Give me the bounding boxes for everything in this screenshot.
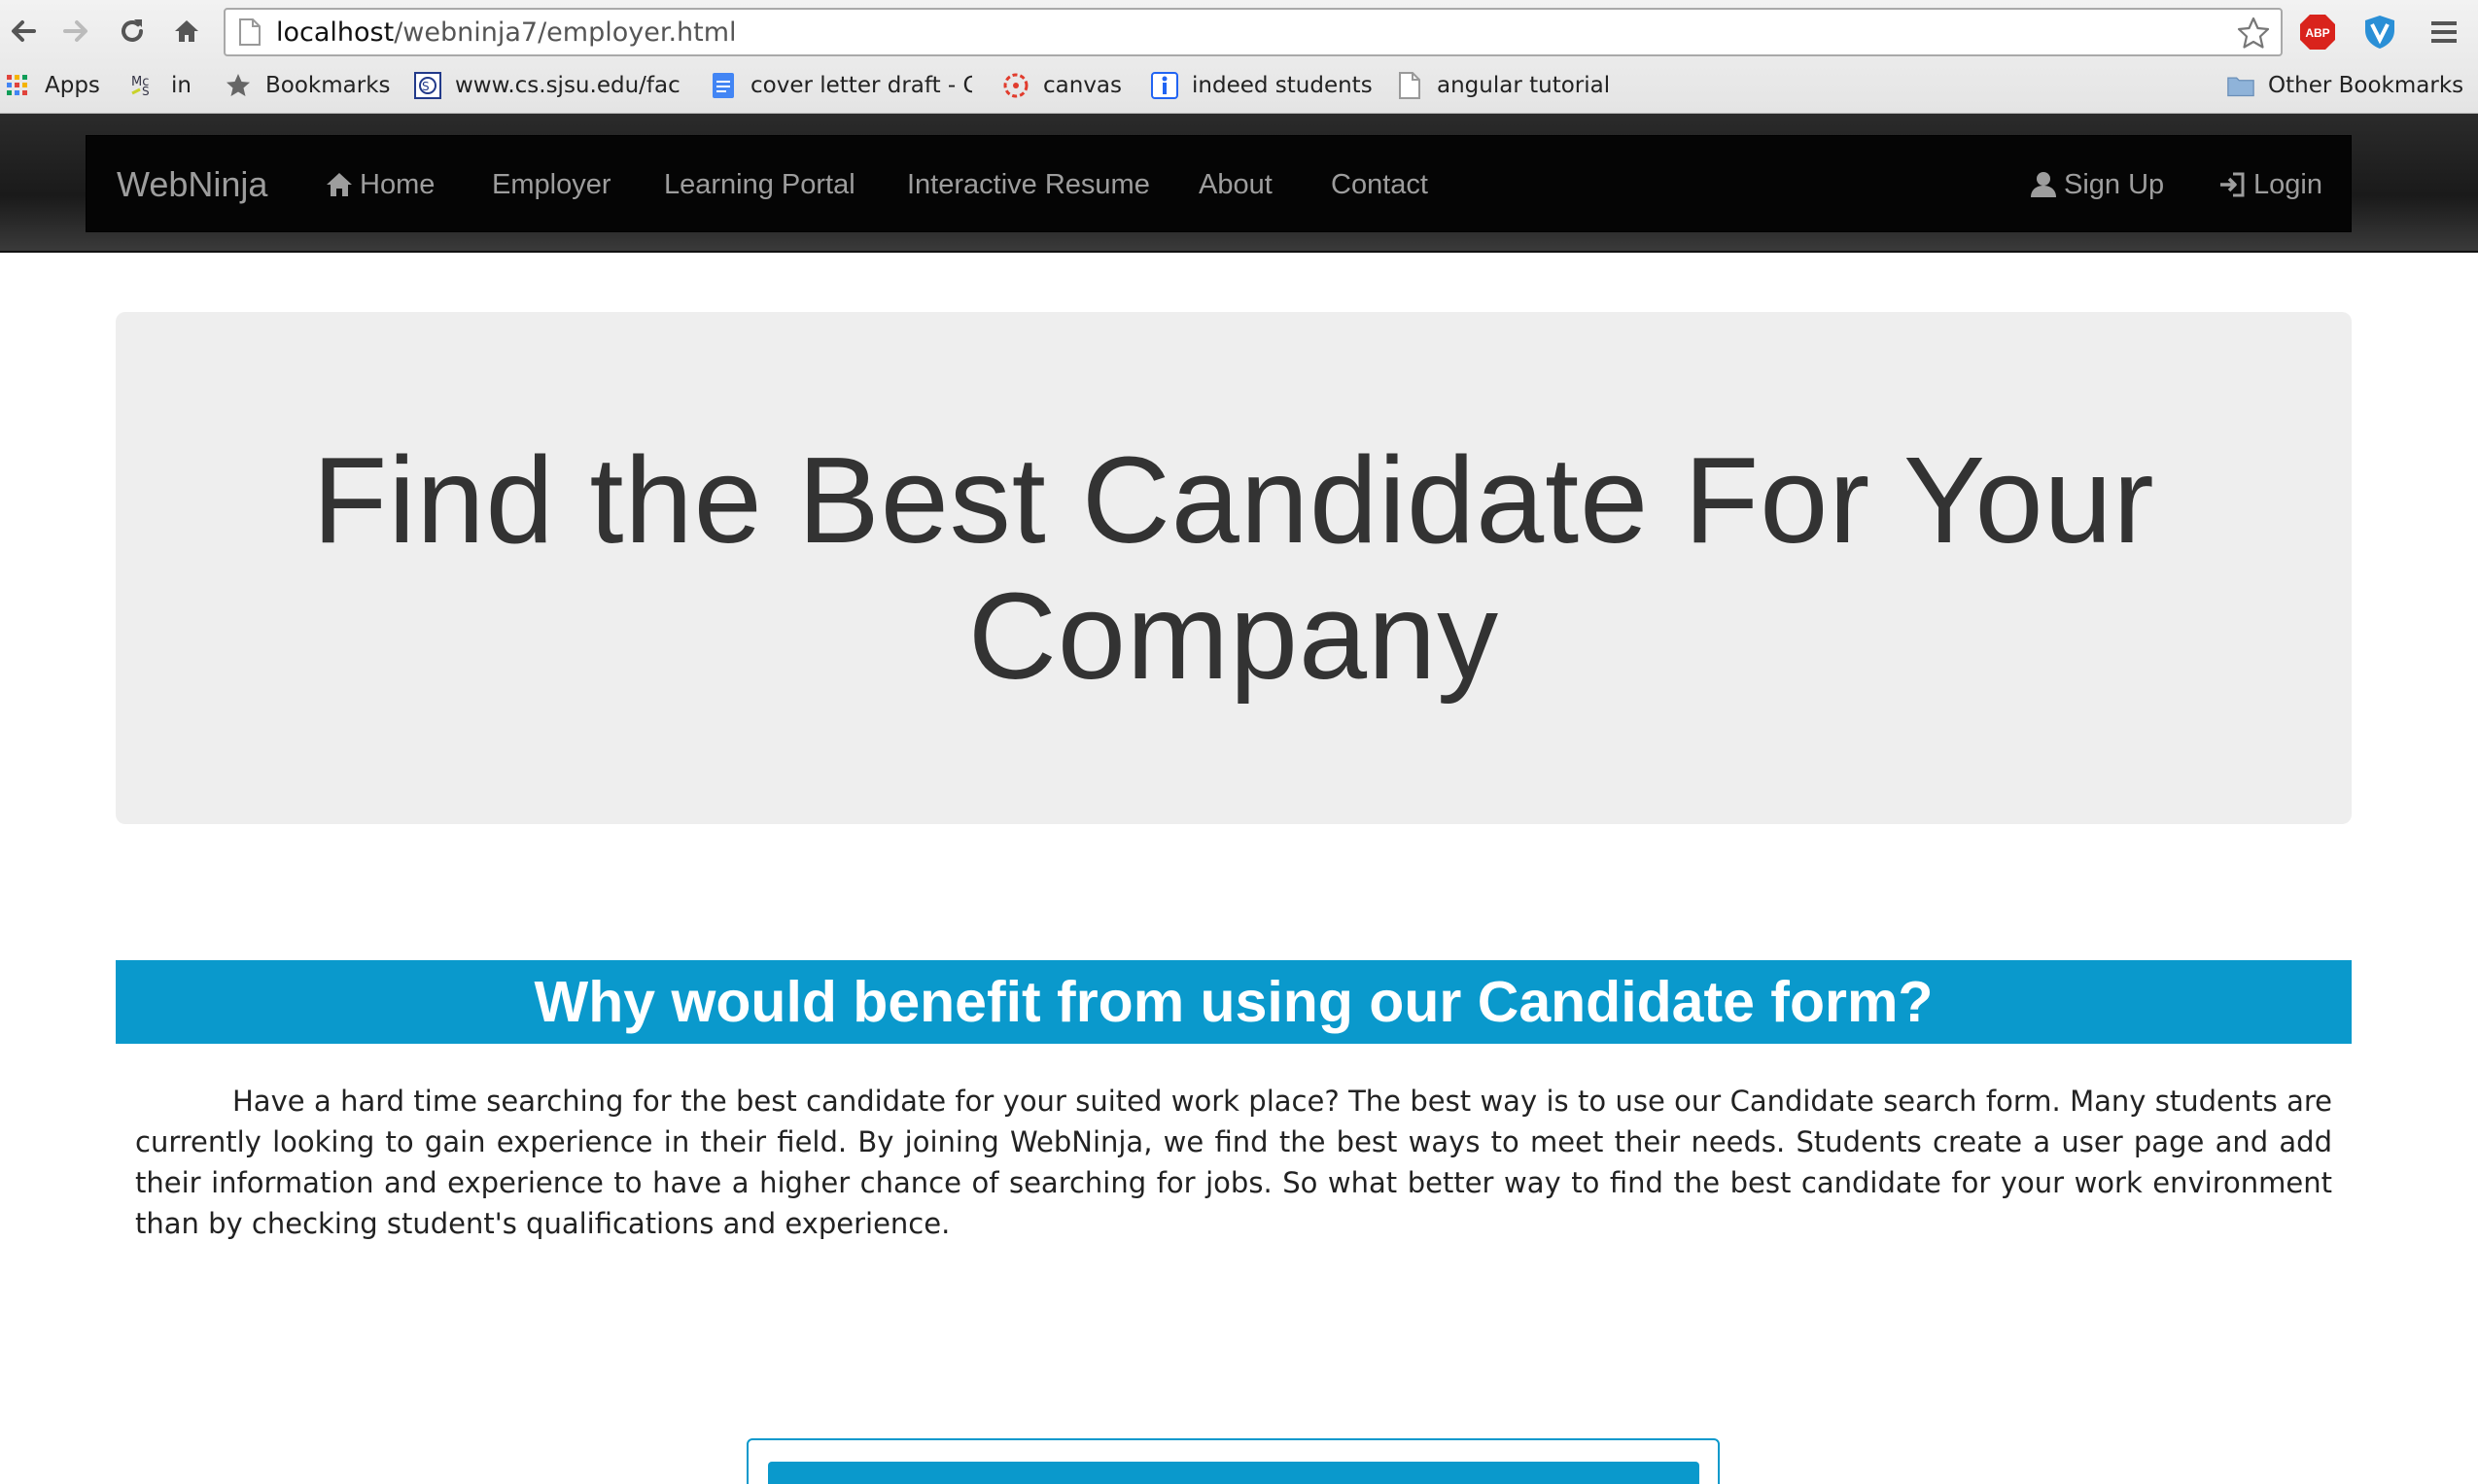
folder-icon bbox=[2227, 72, 2254, 99]
nav-employer[interactable]: Employer bbox=[492, 136, 611, 233]
shield-extension[interactable] bbox=[2360, 13, 2399, 52]
bookmark-label: in bbox=[171, 73, 192, 98]
back-arrow-icon bbox=[12, 20, 36, 42]
chrome-menu-button[interactable] bbox=[2425, 13, 2463, 52]
navbar: WebNinja Home Employer Learning Portal I… bbox=[86, 135, 2352, 232]
page-icon bbox=[239, 18, 261, 46]
bookmark-bookmarks[interactable]: Bookmarks bbox=[225, 68, 391, 103]
bookmark-label: cover letter draft - G bbox=[750, 73, 972, 98]
bookmark-angular[interactable]: angular tutorial bbox=[1396, 68, 1610, 103]
star-icon bbox=[225, 72, 252, 99]
bookmark-label: Other Bookmarks bbox=[2268, 73, 2464, 98]
back-button[interactable] bbox=[4, 12, 43, 51]
home-icon bbox=[327, 173, 352, 196]
bookmark-indeed[interactable]: indeed students bbox=[1151, 68, 1373, 103]
bookmark-label: canvas bbox=[1043, 73, 1123, 98]
svg-text:S: S bbox=[142, 85, 150, 98]
nav-contact[interactable]: Contact bbox=[1331, 136, 1428, 233]
reload-button[interactable] bbox=[113, 12, 152, 51]
nav-interactive-resume[interactable]: Interactive Resume bbox=[907, 136, 1150, 233]
page-icon bbox=[1396, 72, 1423, 99]
nav-login[interactable]: Login bbox=[2218, 136, 2322, 233]
hamburger-menu-icon bbox=[2431, 21, 2457, 43]
nav-home-label: Home bbox=[360, 168, 436, 200]
address-bar[interactable]: localhost/webninja7/employer.html bbox=[224, 8, 2283, 56]
sjsu-icon: S bbox=[414, 72, 441, 99]
candidate-panel-heading: Hire Right Candidate! bbox=[768, 1473, 1699, 1484]
bookmark-label: angular tutorial bbox=[1437, 73, 1611, 98]
login-icon bbox=[2220, 172, 2245, 197]
home-button[interactable] bbox=[167, 12, 206, 51]
url-host: localhost bbox=[276, 17, 395, 48]
nav-learning-portal[interactable]: Learning Portal bbox=[664, 136, 855, 233]
apps-grid-icon bbox=[4, 72, 31, 99]
bookmark-canvas[interactable]: canvas bbox=[1002, 68, 1122, 103]
login-label: Login bbox=[2253, 168, 2322, 200]
url-text: localhost/webninja7/employer.html bbox=[276, 17, 737, 48]
jumbotron: Find the Best Candidate For Your Company bbox=[116, 312, 2352, 824]
candidate-panel-heading-bar: Hire Right Candidate! bbox=[768, 1462, 1699, 1484]
canvas-icon bbox=[1002, 72, 1030, 99]
adblock-extension[interactable]: ABP bbox=[2298, 13, 2337, 52]
bookmark-other[interactable]: Other Bookmarks bbox=[2227, 68, 2463, 103]
bookmark-star-icon[interactable] bbox=[2236, 16, 2271, 51]
browser-chrome: localhost/webninja7/employer.html ABP Ap… bbox=[0, 0, 2478, 114]
mcs-icon: Mc S bbox=[130, 72, 157, 99]
bookmark-label: indeed students bbox=[1192, 73, 1373, 98]
benefits-paragraph: Have a hard time searching for the best … bbox=[135, 1085, 2332, 1240]
benefits-heading: Why would benefit from using our Candida… bbox=[534, 970, 1934, 1034]
google-docs-icon bbox=[710, 72, 737, 99]
bookmark-label: www.cs.sjsu.edu/fac bbox=[455, 73, 681, 98]
user-icon bbox=[2031, 172, 2056, 197]
shield-extension-icon bbox=[2365, 16, 2394, 49]
adblock-icon: ABP bbox=[2300, 15, 2335, 50]
url-path: /webninja7/employer.html bbox=[394, 17, 737, 48]
hero-heading: Find the Best Candidate For Your Company bbox=[312, 431, 2155, 705]
forward-button[interactable] bbox=[56, 12, 95, 51]
browser-toolbar: localhost/webninja7/employer.html ABP bbox=[0, 0, 2478, 64]
bookmark-cs-sjsu[interactable]: S www.cs.sjsu.edu/fac bbox=[414, 68, 681, 103]
nav-sign-up[interactable]: Sign Up bbox=[2029, 136, 2164, 233]
candidate-panel: Hire Right Candidate! bbox=[747, 1438, 1720, 1484]
bookmarks-bar: Apps Mc S in Bookmarks S www.cs.sjsu.edu/… bbox=[0, 64, 2478, 109]
bookmark-cover-letter[interactable]: cover letter draft - G bbox=[710, 68, 972, 103]
bookmark-label: Apps bbox=[45, 73, 100, 98]
bookmark-label: Bookmarks bbox=[265, 73, 391, 98]
sign-up-label: Sign Up bbox=[2064, 168, 2165, 200]
adblock-label: ABP bbox=[2305, 26, 2329, 40]
bookmark-apps[interactable]: Apps bbox=[4, 68, 100, 103]
bookmark-in[interactable]: Mc S in bbox=[130, 68, 192, 103]
forward-arrow-icon bbox=[63, 20, 87, 42]
indeed-icon bbox=[1151, 72, 1178, 99]
benefits-heading-bar: Why would benefit from using our Candida… bbox=[116, 960, 2352, 1044]
reload-icon bbox=[122, 19, 143, 42]
nav-about[interactable]: About bbox=[1199, 136, 1273, 233]
site-header: WebNinja Home Employer Learning Portal I… bbox=[0, 114, 2478, 253]
svg-text:S: S bbox=[422, 80, 430, 93]
brand-link[interactable]: WebNinja bbox=[117, 136, 267, 233]
home-icon bbox=[175, 20, 198, 42]
nav-home[interactable]: Home bbox=[325, 136, 435, 233]
